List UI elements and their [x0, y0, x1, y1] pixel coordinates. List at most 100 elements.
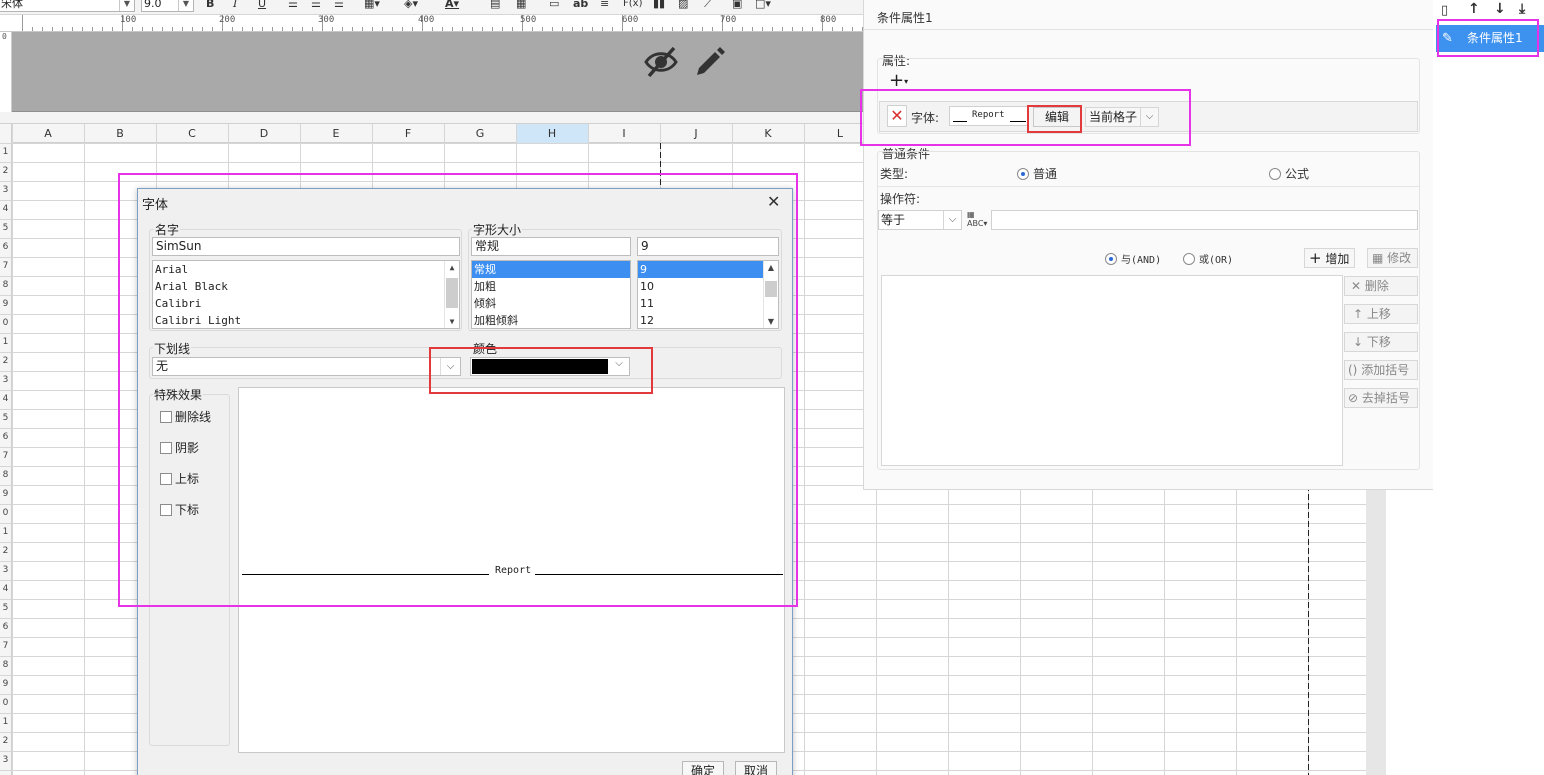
row-header[interactable]: 9 [0, 295, 11, 314]
column-header[interactable]: I [588, 124, 660, 143]
row-header[interactable]: 0 [0, 314, 11, 333]
add-property-button[interactable]: +▾ [889, 72, 917, 90]
image-icon[interactable]: ▨ [678, 0, 688, 11]
new-condition-icon[interactable]: ▯ [1441, 3, 1448, 18]
column-header[interactable]: H [516, 124, 588, 143]
row-header[interactable]: 4 [0, 200, 11, 219]
column-header[interactable]: A [12, 124, 84, 143]
slash-icon[interactable]: ⟋ [704, 0, 712, 11]
row-header[interactable]: 3 [0, 561, 11, 580]
row-header[interactable]: 7 [0, 257, 11, 276]
row-header[interactable]: 5 [0, 599, 11, 618]
row-header[interactable]: 1 [0, 713, 11, 732]
border-icon[interactable]: ▦▾ [364, 0, 380, 11]
font-size-select[interactable]: 9.0 ▼ [141, 0, 194, 12]
radio-button[interactable] [1183, 253, 1195, 265]
align-left-icon[interactable]: ☰ [288, 0, 298, 11]
row-header[interactable]: 8 [0, 656, 11, 675]
row-header[interactable]: 3 [0, 371, 11, 390]
row-header[interactable]: 9 [0, 675, 11, 694]
row-header[interactable]: 3 [0, 751, 11, 770]
row-header[interactable]: 3 [0, 181, 11, 200]
column-header[interactable]: J [660, 124, 732, 143]
row-header[interactable]: 8 [0, 466, 11, 485]
row-header[interactable]: 6 [0, 428, 11, 447]
move-bottom-icon[interactable]: ⤓ [1519, 1, 1525, 17]
radio-button[interactable] [1017, 168, 1029, 180]
ruler-mark: 600 [622, 15, 639, 25]
delete-condition-button[interactable]: ✕ 删除 [1344, 276, 1418, 296]
remove-bracket-button[interactable]: ⊘ 去掉括号 [1344, 388, 1418, 408]
column-header[interactable]: B [84, 124, 156, 143]
align-center-icon[interactable]: ☰ [311, 0, 321, 11]
or-radio[interactable]: 或(OR) [1183, 251, 1233, 266]
row-header[interactable]: 7 [0, 447, 11, 466]
fill-color-icon[interactable]: ◈▾ [404, 0, 418, 11]
column-header[interactable]: K [732, 124, 804, 143]
row-header[interactable]: 1 [0, 333, 11, 352]
insert-text-icon[interactable]: ▭ [549, 0, 559, 11]
row-header[interactable]: 4 [0, 390, 11, 409]
row-header[interactable]: 6 [0, 238, 11, 257]
align-right-icon[interactable]: ☰ [334, 0, 344, 11]
chart-icon[interactable]: ▮▮ [653, 0, 665, 11]
row-header[interactable]: 5 [0, 219, 11, 238]
chevron-down-icon[interactable]: ▼ [119, 0, 134, 11]
condition-list[interactable] [881, 275, 1343, 466]
modify-condition-button[interactable]: ▦ 修改 [1367, 248, 1418, 268]
type-formula-radio[interactable]: 公式 [1269, 165, 1309, 182]
column-header[interactable]: E [300, 124, 372, 143]
row-header[interactable]: 7 [0, 637, 11, 656]
row-header[interactable]: 9 [0, 485, 11, 504]
cancel-button[interactable]: 取消 [735, 761, 777, 775]
eye-off-icon[interactable] [643, 44, 679, 83]
italic-button[interactable]: I [233, 0, 237, 11]
split-cells-icon[interactable]: ▦ [516, 0, 526, 11]
row-header[interactable]: 8 [0, 276, 11, 295]
row-header[interactable]: 0 [0, 694, 11, 713]
font-size-value: 9.0 [144, 0, 162, 10]
font-name-select[interactable]: 宋体 ▼ [0, 0, 135, 12]
move-up-button[interactable]: ↑ 上移 [1344, 304, 1418, 324]
widget-icon[interactable]: ▣ [732, 0, 742, 11]
operator-select[interactable]: 等于 ⌵ [878, 210, 962, 230]
ok-button[interactable]: 确定 [682, 761, 724, 775]
row-header[interactable]: 4 [0, 580, 11, 599]
row-header[interactable]: 2 [0, 542, 11, 561]
row-header[interactable]: 2 [0, 352, 11, 371]
text-color-button[interactable]: A▾ [445, 0, 459, 11]
radio-label: 或(OR) [1199, 255, 1234, 266]
column-header[interactable]: F [372, 124, 444, 143]
row-header[interactable]: 1 [0, 523, 11, 542]
underline-button[interactable]: U [258, 0, 266, 11]
radio-button[interactable] [1105, 253, 1117, 265]
merge-cells-icon[interactable]: ▤ [490, 0, 500, 11]
add-condition-button[interactable]: + 增加 [1304, 248, 1355, 268]
type-normal-radio[interactable]: 普通 [1017, 165, 1057, 182]
value-type-icon[interactable]: ▦ ABC▾ [967, 210, 987, 228]
chevron-down-icon[interactable]: ▼ [178, 0, 193, 11]
ab-button[interactable]: ab [573, 0, 588, 11]
bold-button[interactable]: B [206, 0, 214, 11]
formula-button[interactable]: F(x) [623, 0, 642, 11]
column-header[interactable]: G [444, 124, 516, 143]
row-header[interactable]: 2 [0, 732, 11, 751]
column-header[interactable]: D [228, 124, 300, 143]
and-radio[interactable]: 与(AND) [1105, 251, 1161, 266]
row-header[interactable]: 2 [0, 162, 11, 181]
column-header[interactable]: C [156, 124, 228, 143]
chevron-down-icon[interactable]: ⌵ [943, 211, 961, 229]
arrow-down-icon[interactable]: ↓ [1494, 1, 1506, 17]
row-header[interactable]: 1 [0, 143, 11, 162]
row-header[interactable]: 0 [0, 504, 11, 523]
arrow-up-icon[interactable]: ↑ [1468, 1, 1480, 17]
value-input[interactable] [991, 210, 1418, 230]
wrap-text-icon[interactable]: ≡ [600, 0, 609, 11]
row-header[interactable]: 6 [0, 618, 11, 637]
row-header[interactable]: 5 [0, 409, 11, 428]
cell-element-icon[interactable]: □▾ [755, 0, 771, 11]
radio-button[interactable] [1269, 168, 1281, 180]
move-down-button[interactable]: ↓ 下移 [1344, 332, 1418, 352]
add-bracket-button[interactable]: () 添加括号 [1344, 360, 1418, 380]
pencil-icon[interactable] [692, 46, 726, 83]
